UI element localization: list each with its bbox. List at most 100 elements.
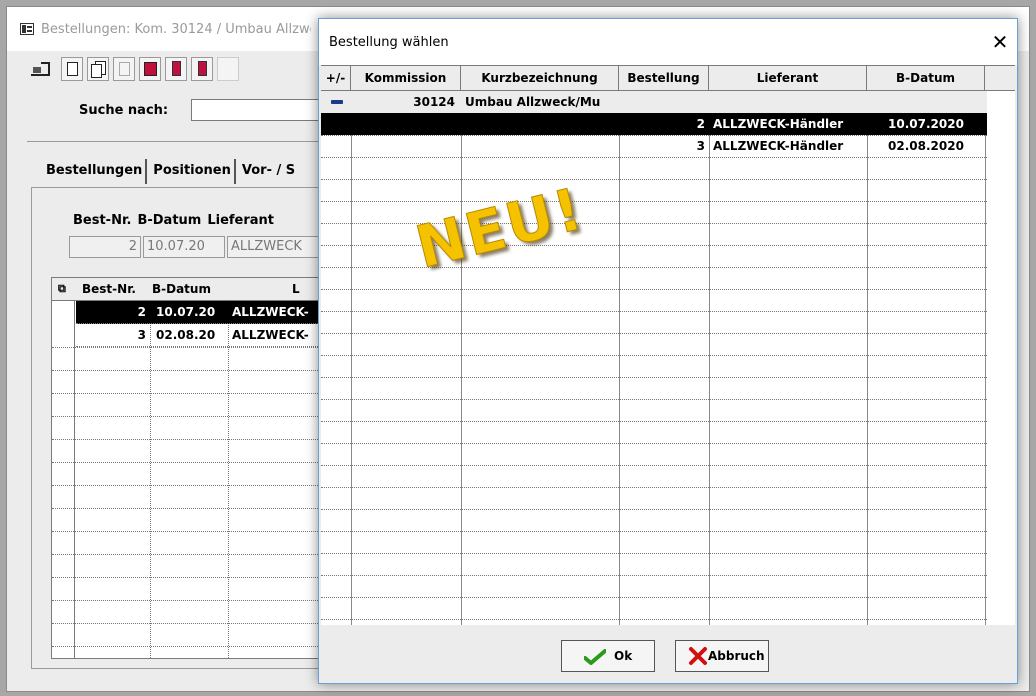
dialog-footer: Ok Abbruch (319, 625, 1017, 683)
order-datum: 10.07.2020 (888, 117, 964, 131)
bg-col-bdatum[interactable]: B-Datum (152, 282, 211, 296)
order-row[interactable]: 2 ALLZWECK-Händler 10.07.2020 (321, 113, 987, 135)
grid-column-line (985, 91, 986, 626)
grid-row-line (52, 347, 330, 348)
group-kurzbezeichnung: Umbau Allzweck/Mu (465, 95, 601, 109)
grid-row-line (52, 623, 330, 624)
tab-positionen[interactable]: Positionen (150, 159, 236, 184)
col-kurzbezeichnung[interactable]: Kurzbezeichnung (461, 66, 619, 90)
table-cell: ALLZWECK- (232, 328, 309, 342)
edit-icon[interactable] (139, 57, 161, 81)
grid-row-line (321, 465, 987, 466)
grid-column-line (709, 91, 710, 626)
grid-row-line (52, 508, 330, 509)
report-icon[interactable] (191, 57, 213, 81)
table-cell: 2 (137, 305, 146, 319)
grid-row-line (52, 531, 330, 532)
order-row[interactable]: 3 ALLZWECK-Händler 02.08.2020 (321, 135, 987, 157)
app-window-icon (20, 23, 34, 35)
order-bestellung: 3 (696, 139, 705, 153)
table-cell: ALLZWECK- (232, 305, 309, 319)
tab-bestellungen[interactable]: Bestellungen (43, 159, 148, 184)
bestnr-field[interactable]: 2 (69, 236, 141, 258)
grid-row-line (321, 421, 987, 422)
new-stamp: NEU! (409, 174, 591, 282)
grid-row-line (321, 157, 987, 158)
grid-row-line (321, 267, 987, 268)
grid-row-line (52, 370, 330, 371)
lieferant-field[interactable]: ALLZWECK (227, 236, 327, 258)
grid-column-line (351, 91, 352, 626)
order-lieferant: ALLZWECK-Händler (713, 139, 844, 153)
grid-row-line (321, 355, 987, 356)
order-grid-body: 30124 Umbau Allzweck/Mu 2 ALLZWECK-Händl… (321, 91, 1015, 626)
grid-row-line (321, 201, 987, 202)
col-bdatum[interactable]: B-Datum (867, 66, 985, 90)
table-row[interactable]: 2 10.07.20 ALLZWECK- (76, 301, 330, 324)
table-row[interactable]: 3 02.08.20 ALLZWECK- (76, 324, 330, 347)
x-cancel-icon (689, 647, 707, 665)
table-cell: 10.07.20 (156, 305, 216, 319)
order-grid-header: +/- Kommission Kurzbezeichnung Bestellun… (321, 66, 1015, 91)
bg-col-bestnr[interactable]: Best-Nr. (82, 282, 136, 296)
grid-row-line (321, 597, 987, 598)
grid-row-line (52, 416, 330, 417)
grid-row-line (321, 333, 987, 334)
grid-row-line (52, 485, 330, 486)
dialog-titlebar: Bestellung wählen ✕ (319, 19, 1017, 65)
grid-row-line (52, 646, 330, 647)
col-bestellung[interactable]: Bestellung (619, 66, 709, 90)
search-label: Suche nach: (79, 103, 169, 118)
checkmark-icon (584, 649, 606, 665)
bg-col-lieferant[interactable]: L (292, 282, 300, 296)
grid-row-line (321, 487, 987, 488)
disabled-tool-icon (113, 57, 135, 81)
ok-button[interactable]: Ok (561, 640, 655, 672)
table-cell: 3 (137, 328, 146, 342)
grid-row-line (321, 377, 987, 378)
print-icon[interactable] (165, 57, 187, 81)
grid-row-line (321, 531, 987, 532)
grid-column-line (461, 91, 462, 626)
copy-rows-icon[interactable]: ⧉ (58, 282, 66, 296)
grid-row-line (52, 393, 330, 394)
collapse-minus-icon[interactable] (331, 100, 343, 104)
dialog-title: Bestellung wählen (329, 35, 449, 50)
group-kommission: 30124 (413, 95, 455, 109)
search-row: Suche nach: (79, 99, 391, 121)
close-icon[interactable]: ✕ (983, 27, 1017, 57)
toolbar-exit-icon[interactable] (29, 57, 55, 81)
grid-row-line (321, 619, 987, 620)
table-cell: 02.08.20 (156, 328, 216, 342)
grid-row-line (52, 600, 330, 601)
grid-column-line (619, 91, 620, 626)
field-header-lieferant: Lieferant (207, 213, 275, 228)
toolbar (29, 57, 329, 87)
tab-bar: Bestellungen Positionen Vor- / S (43, 159, 301, 189)
bdatum-field[interactable]: 10.07.20 (143, 236, 225, 258)
select-order-dialog: Bestellung wählen ✕ +/- Kommission Kurzb… (318, 18, 1018, 684)
order-datum: 02.08.2020 (888, 139, 964, 153)
copy-doc-icon[interactable] (87, 57, 109, 81)
order-grid: +/- Kommission Kurzbezeichnung Bestellun… (321, 65, 1015, 626)
grid-row-line (321, 509, 987, 510)
grid-row-line (321, 311, 987, 312)
background-window-title: Bestellungen: Kom. 30124 / Umbau Allzwec… (41, 22, 311, 37)
field-header-bdatum: B-Datum (137, 213, 202, 228)
group-row[interactable]: 30124 Umbau Allzweck/Mu (321, 91, 987, 113)
grid-row-line (321, 575, 987, 576)
cancel-button-label: Abbruch (708, 649, 765, 663)
grid-row-line (321, 179, 987, 180)
order-lieferant: ALLZWECK-Händler (713, 117, 844, 131)
grid-row-line (321, 399, 987, 400)
grid-column-line (867, 91, 868, 626)
ok-button-label: Ok (614, 649, 633, 663)
more-tools-icon[interactable] (217, 57, 239, 81)
col-plusminus[interactable]: +/- (321, 66, 351, 90)
tab-vor-s[interactable]: Vor- / S (239, 159, 298, 184)
cancel-button[interactable]: Abbruch (675, 640, 769, 672)
col-lieferant[interactable]: Lieferant (709, 66, 867, 90)
col-kommission[interactable]: Kommission (351, 66, 461, 90)
grid-row-line (321, 289, 987, 290)
new-doc-icon[interactable] (61, 57, 83, 81)
